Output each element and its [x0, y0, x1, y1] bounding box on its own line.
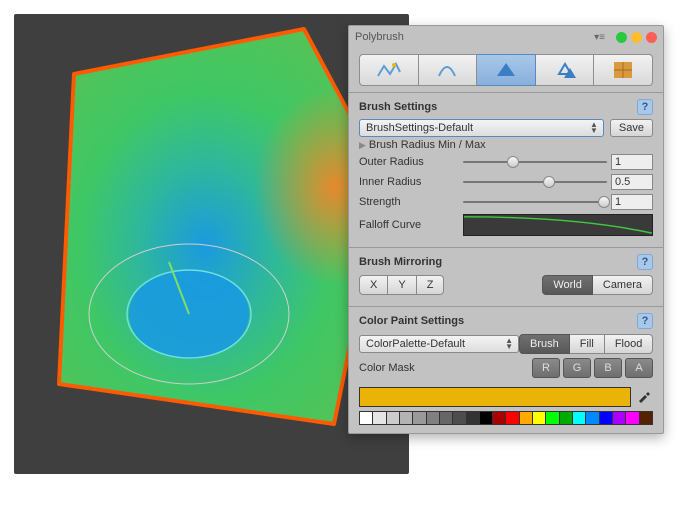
save-button[interactable]: Save	[610, 119, 653, 137]
color-swatch[interactable]	[413, 412, 426, 424]
outer-radius-field[interactable]: 1	[611, 154, 653, 170]
falloff-label: Falloff Curve	[359, 219, 459, 231]
color-swatch[interactable]	[400, 412, 413, 424]
mode-sculpt[interactable]	[359, 54, 419, 86]
prefab-icon	[553, 60, 577, 80]
palette-preset-value: ColorPalette-Default	[366, 338, 465, 350]
color-swatch[interactable]	[600, 412, 613, 424]
mode-texture[interactable]	[594, 54, 653, 86]
color-swatch[interactable]	[506, 412, 519, 424]
color-paint-section: Color Paint Settings ? ColorPalette-Defa…	[349, 306, 663, 433]
caret-icon: ▲▼	[505, 338, 513, 350]
mode-toolbar	[349, 48, 663, 92]
strength-label: Strength	[359, 196, 459, 208]
brush-settings-heading: Brush Settings	[359, 101, 437, 113]
mode-prefab[interactable]	[536, 54, 595, 86]
slider-thumb[interactable]	[543, 176, 555, 188]
color-swatch[interactable]	[560, 412, 573, 424]
brush-settings-section: Brush Settings ? BrushSettings-Default ▲…	[349, 92, 663, 247]
color-swatch[interactable]	[573, 412, 586, 424]
color-swatch[interactable]	[467, 412, 480, 424]
window-button-green[interactable]	[616, 32, 627, 43]
mirroring-heading: Brush Mirroring	[359, 256, 442, 268]
color-mask-label: Color Mask	[359, 362, 459, 374]
inner-radius-slider[interactable]	[459, 181, 611, 183]
mode-smooth[interactable]	[419, 54, 478, 86]
smooth-icon	[436, 60, 458, 80]
color-swatch[interactable]	[626, 412, 639, 424]
color-swatch[interactable]	[440, 412, 453, 424]
color-swatch[interactable]	[387, 412, 400, 424]
mirror-z-button[interactable]: Z	[417, 275, 445, 295]
eyedropper-button[interactable]	[635, 387, 653, 405]
eyedropper-icon	[637, 389, 651, 403]
space-world-button[interactable]: World	[542, 275, 593, 295]
mode-color[interactable]	[477, 54, 536, 86]
color-swatch[interactable]	[453, 412, 466, 424]
mask-a-button[interactable]: A	[625, 358, 653, 378]
brush-preset-dropdown[interactable]: BrushSettings-Default ▲▼	[359, 119, 604, 137]
color-paint-heading: Color Paint Settings	[359, 315, 464, 327]
caret-icon: ▲▼	[590, 122, 598, 134]
color-swatch[interactable]	[427, 412, 440, 424]
color-swatch[interactable]	[493, 412, 506, 424]
outer-radius-label: Outer Radius	[359, 156, 459, 168]
strength-slider[interactable]	[459, 201, 611, 203]
slider-thumb[interactable]	[507, 156, 519, 168]
palette-preset-dropdown[interactable]: ColorPalette-Default ▲▼	[359, 335, 519, 353]
texture-icon	[612, 60, 634, 80]
color-swatch[interactable]	[613, 412, 626, 424]
mask-b-button[interactable]: B	[594, 358, 622, 378]
polybrush-panel: Polybrush ▾≡ Brush Settings ?	[348, 25, 664, 434]
color-swatch[interactable]	[640, 412, 652, 424]
mirror-space-group: World Camera	[542, 275, 653, 295]
color-swatch[interactable]	[586, 412, 599, 424]
window-button-red[interactable]	[646, 32, 657, 43]
mode-brush-button[interactable]: Brush	[519, 334, 570, 354]
radius-foldout-label: Brush Radius Min / Max	[369, 139, 486, 151]
color-swatch[interactable]	[360, 412, 373, 424]
color-swatch[interactable]	[533, 412, 546, 424]
panel-titlebar[interactable]: Polybrush ▾≡	[349, 26, 663, 48]
sculpt-icon	[376, 60, 402, 80]
color-swatch[interactable]	[373, 412, 386, 424]
brush-preset-value: BrushSettings-Default	[366, 122, 473, 134]
color-palette	[359, 411, 653, 425]
mode-fill-button[interactable]: Fill	[570, 334, 605, 354]
space-camera-button[interactable]: Camera	[593, 275, 653, 295]
mirror-y-button[interactable]: Y	[388, 275, 416, 295]
panel-title: Polybrush	[355, 31, 404, 43]
tab-menu-icon[interactable]: ▾≡	[594, 32, 605, 43]
color-swatch[interactable]	[520, 412, 533, 424]
brush-mirroring-section: Brush Mirroring ? X Y Z World Camera	[349, 247, 663, 306]
help-icon[interactable]: ?	[637, 254, 653, 270]
mask-r-button[interactable]: R	[532, 358, 560, 378]
inner-radius-field[interactable]: 0.5	[611, 174, 653, 190]
outer-radius-slider[interactable]	[459, 161, 611, 163]
color-swatch[interactable]	[480, 412, 493, 424]
mirror-x-button[interactable]: X	[359, 275, 388, 295]
paint-mode-group: Brush Fill Flood	[519, 334, 653, 354]
current-color-field[interactable]	[359, 387, 631, 407]
color-swatch[interactable]	[546, 412, 559, 424]
radius-foldout[interactable]: ▶ Brush Radius Min / Max	[359, 139, 653, 151]
help-icon[interactable]: ?	[637, 313, 653, 329]
mode-flood-button[interactable]: Flood	[605, 334, 654, 354]
mask-g-button[interactable]: G	[563, 358, 591, 378]
slider-thumb[interactable]	[598, 196, 610, 208]
falloff-curve-field[interactable]	[463, 214, 653, 236]
foldout-triangle-icon: ▶	[359, 140, 366, 151]
inner-radius-label: Inner Radius	[359, 176, 459, 188]
strength-field[interactable]: 1	[611, 194, 653, 210]
window-button-yellow[interactable]	[631, 32, 642, 43]
color-icon	[493, 60, 519, 80]
help-icon[interactable]: ?	[637, 99, 653, 115]
mirror-axes-group: X Y Z	[359, 275, 444, 295]
